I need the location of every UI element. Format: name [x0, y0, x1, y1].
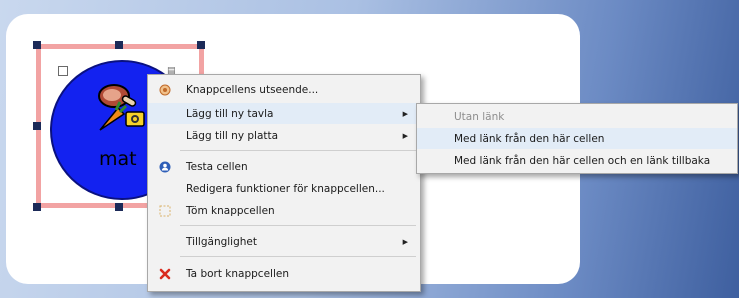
submenu-arrow-icon: ▶	[402, 237, 408, 246]
menu-separator	[180, 225, 416, 226]
menu-item-label: Töm knappcellen	[186, 204, 275, 217]
menu-item-appearance[interactable]: Knappcellens utseende...	[148, 79, 420, 100]
resize-handle-top-middle[interactable]	[115, 41, 123, 49]
menu-item-add-new-tile[interactable]: Lägg till ny platta ▶	[148, 125, 420, 146]
menu-item-edit-functions[interactable]: Redigera funktioner för knappcellen...	[148, 178, 420, 199]
resize-handle-top-right[interactable]	[197, 41, 205, 49]
menu-item-test-cell[interactable]: Testa cellen	[148, 156, 420, 177]
menu-separator	[180, 256, 416, 257]
appearance-icon	[158, 83, 171, 96]
cell-checkbox[interactable]	[58, 66, 68, 76]
submenu-item-label: Med länk från den här cellen	[454, 132, 605, 145]
resize-handle-bottom-middle[interactable]	[115, 203, 123, 211]
menu-item-label: Ta bort knappcellen	[186, 267, 289, 280]
submenu-item-link-from-cell[interactable]: Med länk från den här cellen	[417, 128, 737, 149]
menu-item-label: Tillgänglighet	[186, 235, 257, 248]
cell-label: mat	[99, 148, 137, 170]
resize-handle-bottom-left[interactable]	[33, 203, 41, 211]
submenu-arrow-icon: ▶	[402, 131, 408, 140]
menu-item-add-new-board[interactable]: Lägg till ny tavla ▶	[148, 103, 420, 124]
menu-item-label: Lägg till ny tavla	[186, 107, 274, 120]
menu-item-accessibility[interactable]: Tillgänglighet ▶	[148, 231, 420, 252]
submenu-item-no-link: Utan länk	[417, 106, 737, 127]
menu-item-label: Knappcellens utseende...	[186, 83, 319, 96]
menu-item-clear-cell[interactable]: Töm knappcellen	[148, 200, 420, 221]
menu-item-label: Redigera funktioner för knappcellen...	[186, 182, 385, 195]
delete-icon	[158, 267, 171, 280]
clear-icon	[158, 204, 171, 217]
test-icon	[158, 160, 171, 173]
menu-separator	[180, 150, 416, 151]
submenu-item-label: Med länk från den här cellen och en länk…	[454, 154, 711, 167]
resize-handle-middle-left[interactable]	[33, 122, 41, 130]
submenu-item-label: Utan länk	[454, 110, 505, 123]
context-menu: Knappcellens utseende... Lägg till ny ta…	[147, 74, 421, 292]
submenu-arrow-icon: ▶	[402, 109, 408, 118]
submenu-add-new-board: Utan länk Med länk från den här cellen M…	[416, 103, 738, 174]
submenu-item-link-from-cell-and-back[interactable]: Med länk från den här cellen och en länk…	[417, 150, 737, 171]
menu-item-delete-cell[interactable]: Ta bort knappcellen	[148, 263, 420, 284]
resize-handle-top-left[interactable]	[33, 41, 41, 49]
menu-item-label: Testa cellen	[186, 160, 248, 173]
menu-item-label: Lägg till ny platta	[186, 129, 279, 142]
